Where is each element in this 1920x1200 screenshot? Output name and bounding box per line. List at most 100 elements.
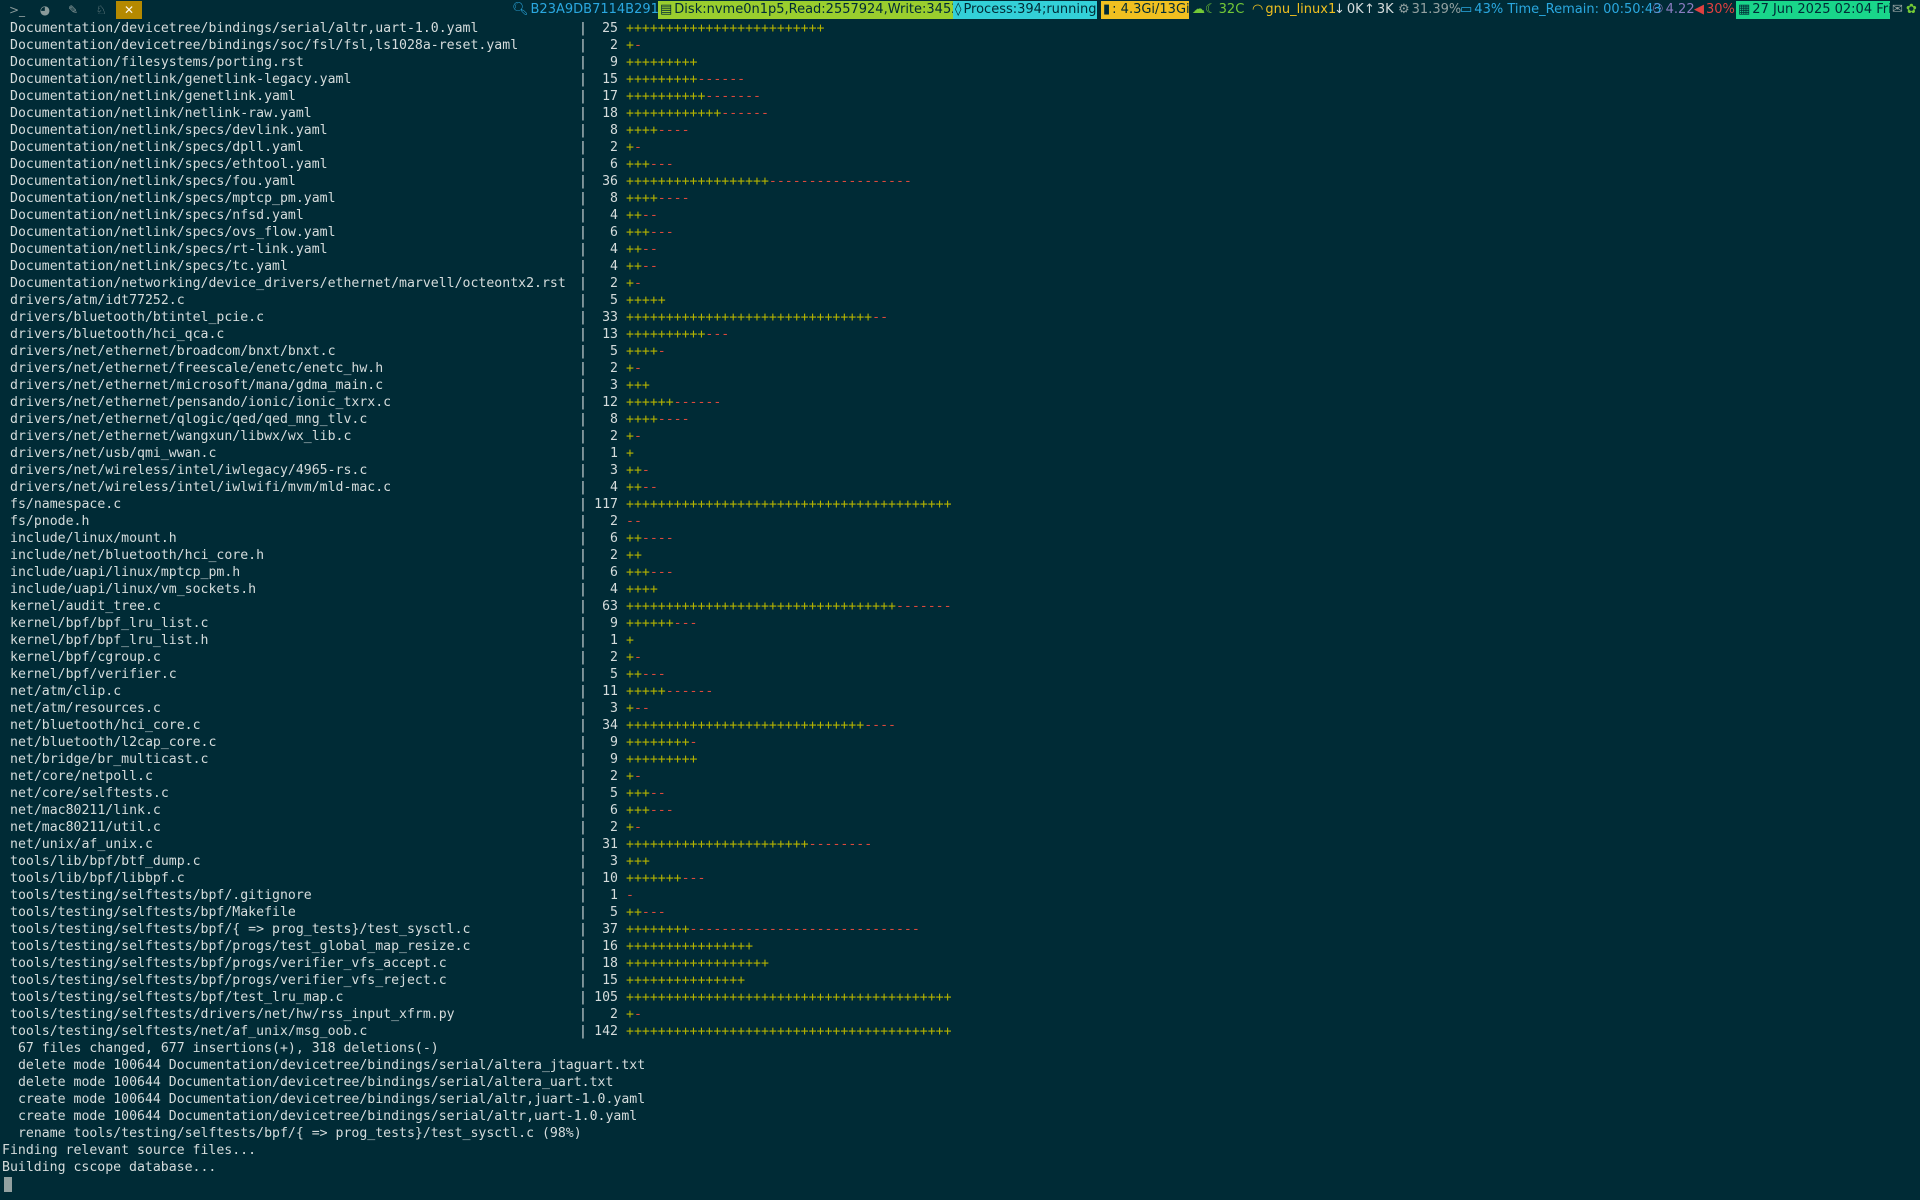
- deletions-bar: -: [633, 820, 642, 835]
- diffstat-row: Documentation/netlink/specs/ovs_flow.yam…: [0, 224, 1920, 241]
- insertions-bar: ++++: [626, 412, 658, 427]
- change-count: 15: [602, 973, 618, 988]
- diffstat-row: kernel/bpf/bpf_lru_list.h | 1 +: [0, 632, 1920, 649]
- insertions-bar: +: [626, 820, 634, 835]
- deletions-bar: ------: [673, 395, 722, 410]
- file-path: net/bluetooth/l2cap_core.c: [10, 735, 217, 750]
- datetime-indicator[interactable]: ▦ 27 Jun 2025 02:04 Fri: [1736, 1, 1890, 19]
- change-bar: +-: [626, 360, 642, 377]
- cog-icon: ⚙: [1398, 2, 1410, 17]
- change-bar: ++---: [626, 904, 666, 921]
- change-count: 1: [610, 446, 618, 461]
- insertions-bar: ++: [626, 242, 642, 257]
- load-indicator: ⚇ 4.22: [1652, 2, 1695, 17]
- deletions-bar: ---: [681, 871, 706, 886]
- file-path: net/unix/af_unix.c: [10, 837, 153, 852]
- change-count: 4: [610, 582, 618, 597]
- arrow-down-icon: ↓: [1334, 2, 1345, 17]
- change-bar: +++---: [626, 802, 674, 819]
- temperature-indicator: ☁☾ 32C: [1192, 2, 1245, 17]
- insertions-bar: ++++++++++++++++++++++++++++++: [626, 718, 865, 733]
- upload-indicator: ↑ 3K: [1364, 2, 1394, 17]
- change-count: 9: [610, 616, 618, 631]
- change-bar: ++++++++++++++++++++++++++++++++++++++++…: [626, 496, 952, 513]
- insertions-bar: ++++++: [626, 395, 674, 410]
- insertions-bar: +: [626, 650, 634, 665]
- diffstat-row: kernel/bpf/bpf_lru_list.c | 9 ++++++---: [0, 615, 1920, 632]
- diffstat-row: tools/testing/selftests/net/af_unix/msg_…: [0, 1023, 1920, 1040]
- file-path: Documentation/netlink/specs/ovs_flow.yam…: [10, 225, 336, 240]
- change-count: 18: [602, 106, 618, 121]
- insertions-bar: +++++: [626, 293, 666, 308]
- diffstat-row: drivers/net/ethernet/microsoft/mana/gdma…: [0, 377, 1920, 394]
- tools-workspace-icon[interactable]: ✕: [116, 1, 142, 19]
- linux-workspace-icon[interactable]: ♘: [88, 1, 114, 19]
- change-bar: +++++++---: [626, 870, 705, 887]
- terminal-output[interactable]: Documentation/devicetree/bindings/serial…: [0, 20, 1920, 1200]
- deletions-bar: -: [633, 276, 642, 291]
- change-count: 8: [610, 412, 618, 427]
- change-bar: +-: [626, 1006, 642, 1023]
- diffstat-row: drivers/bluetooth/btintel_pcie.c | 33 +++++…: [0, 309, 1920, 326]
- insertions-bar: +++++++++: [626, 752, 698, 767]
- file-path: drivers/net/ethernet/qlogic/qed/qed_mng_…: [10, 412, 368, 427]
- mode-lines: delete mode 100644 Documentation/devicet…: [0, 1057, 1920, 1142]
- change-count: 8: [610, 123, 618, 138]
- change-bar: ++++: [626, 581, 658, 598]
- change-count: 5: [610, 344, 618, 359]
- change-bar: ++----: [626, 530, 674, 547]
- volume-indicator[interactable]: ◀ 30%: [1692, 1, 1737, 19]
- change-count: 2: [610, 140, 618, 155]
- diffstat-row: Documentation/netlink/specs/dpll.yaml | 2 +…: [0, 139, 1920, 156]
- change-bar: ++++++++++++++++++++++++++++++++++------…: [626, 598, 952, 615]
- change-bar: ++++++++-----------------------------: [626, 921, 920, 938]
- insertions-bar: ++: [626, 667, 642, 682]
- insertions-bar: ++: [626, 531, 642, 546]
- file-path: tools/testing/selftests/bpf/{ => prog_te…: [10, 922, 471, 937]
- change-bar: +++: [626, 377, 650, 394]
- diffstat-row: Documentation/networking/device_drivers/…: [0, 275, 1920, 292]
- change-count: 63: [602, 599, 618, 614]
- change-bar: +++: [626, 853, 650, 870]
- insertions-bar: +: [626, 701, 634, 716]
- terminal-workspace-icon[interactable]: >_: [4, 1, 30, 19]
- file-path: net/bluetooth/hci_core.c: [10, 718, 201, 733]
- insertions-bar: +++++++: [626, 871, 682, 886]
- file-path: net/core/netpoll.c: [10, 769, 153, 784]
- insertions-bar: ++++++++++++++++++++++++++++++++++++++++…: [626, 497, 952, 512]
- tray-app-icon[interactable]: ✿: [1904, 1, 1919, 19]
- summary-line: 67 files changed, 677 insertions(+), 318…: [10, 1041, 439, 1056]
- change-count: 117: [594, 497, 618, 512]
- insertions-bar: +: [626, 38, 634, 53]
- insertions-bar: ++++: [626, 344, 658, 359]
- editor-workspace-icon[interactable]: ✎: [60, 1, 86, 19]
- deletions-bar: --: [641, 259, 658, 274]
- change-count: 2: [610, 514, 618, 529]
- diffstat-row: Documentation/netlink/specs/rt-link.yaml…: [0, 241, 1920, 258]
- change-bar: ++--: [626, 479, 658, 496]
- file-path: Documentation/netlink/specs/rt-link.yaml: [10, 242, 328, 257]
- file-path: fs/namespace.c: [10, 497, 122, 512]
- download-indicator: ↓ 0K: [1334, 2, 1364, 17]
- file-path: drivers/net/wireless/intel/iwlwifi/mvm/m…: [10, 480, 392, 495]
- change-count: 11: [602, 684, 618, 699]
- change-count: 4: [610, 480, 618, 495]
- change-count: 2: [610, 769, 618, 784]
- mail-icon[interactable]: ✉: [1890, 1, 1905, 19]
- deletions-bar: -: [633, 38, 642, 53]
- insertions-bar: ++++++++++++++++++: [626, 956, 769, 971]
- change-bar: --: [626, 513, 642, 530]
- browser-workspace-icon[interactable]: ◕: [32, 1, 58, 19]
- change-count: 6: [610, 565, 618, 580]
- change-bar: ++++++++-: [626, 734, 697, 751]
- disk-indicator: ▤ Disk:nvme0n1p5,Read:2557924,Write:34529…: [658, 1, 987, 19]
- file-path: tools/testing/selftests/bpf/progs/verifi…: [10, 956, 447, 971]
- file-path: Documentation/netlink/netlink-raw.yaml: [10, 106, 312, 121]
- diffstat-row: drivers/net/ethernet/freescale/enetc/ene…: [0, 360, 1920, 377]
- diffstat-row: tools/testing/selftests/bpf/progs/verifi…: [0, 972, 1920, 989]
- insertions-bar: +++: [626, 565, 650, 580]
- diffstat-row: net/core/netpoll.c | 2 +-: [0, 768, 1920, 785]
- insertions-bar: +++++: [626, 684, 666, 699]
- deletions-bar: -------: [895, 599, 952, 614]
- change-bar: ++++++++++++++++: [626, 938, 753, 955]
